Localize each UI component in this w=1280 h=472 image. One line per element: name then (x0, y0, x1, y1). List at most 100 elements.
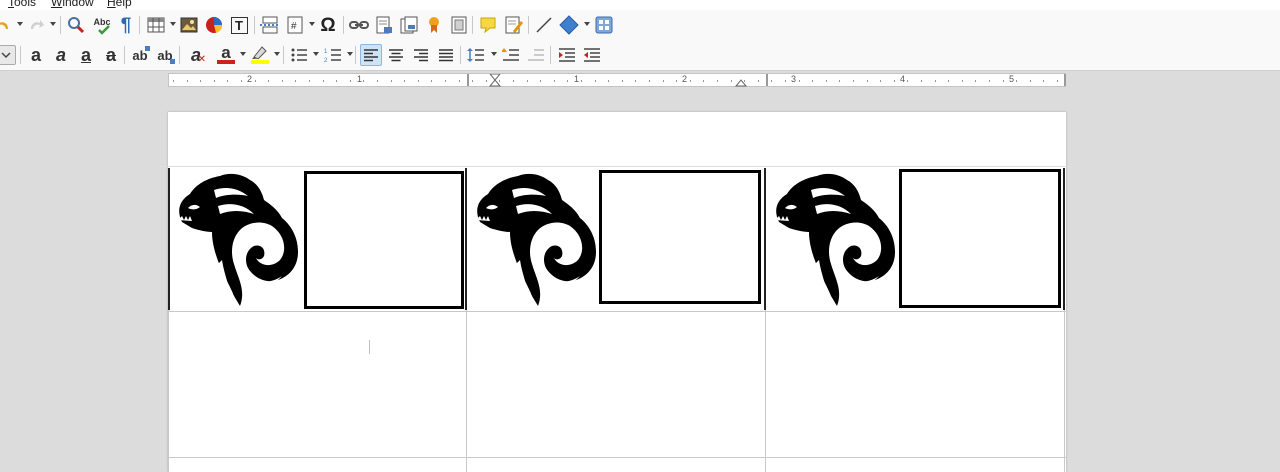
ruler-label: 2 (682, 74, 688, 84)
column-border-marker[interactable] (1064, 74, 1066, 86)
ordered-list-dropdown[interactable] (347, 52, 353, 56)
column-border-marker[interactable] (766, 74, 768, 86)
formatting-marks-button[interactable]: ¶ (115, 14, 137, 36)
shapes-dropdown[interactable] (584, 22, 590, 26)
undo-button[interactable] (0, 14, 14, 36)
insert-page-break-button[interactable] (259, 14, 281, 36)
ruler-tick (676, 80, 677, 82)
ruler-tick (214, 80, 215, 82)
spellcheck-button[interactable]: Abc (91, 14, 113, 36)
menu-tools[interactable]: Tools (8, 0, 36, 9)
ruler-tick (363, 80, 364, 82)
highlight-swatch (251, 60, 269, 64)
insert-image-icon (180, 17, 198, 33)
field-dropdown[interactable] (309, 22, 315, 26)
separator (124, 46, 125, 64)
insert-table-button[interactable] (145, 14, 167, 36)
subscript-marker (170, 59, 175, 64)
margin-guide (160, 166, 1074, 167)
empty-frame[interactable] (304, 171, 464, 309)
unordered-list-dropdown[interactable] (313, 52, 319, 56)
footnote-button[interactable] (373, 14, 395, 36)
ordered-list-button[interactable]: 12 (322, 44, 344, 66)
line-button[interactable] (533, 14, 555, 36)
increase-indent-icon (559, 48, 575, 62)
subscript-button[interactable]: ab (154, 44, 176, 66)
table-dropdown[interactable] (170, 22, 176, 26)
find-replace-button[interactable] (65, 14, 87, 36)
decrease-indent-button[interactable] (581, 44, 603, 66)
line-spacing-dropdown[interactable] (491, 52, 497, 56)
ruler-tick (187, 80, 188, 82)
strikethrough-button[interactable]: a (100, 44, 122, 66)
menu-help[interactable]: Help (107, 0, 132, 9)
track-changes-icon (505, 16, 523, 34)
document-page[interactable] (160, 112, 1074, 472)
special-character-icon: Ω (320, 14, 336, 36)
align-center-button[interactable] (385, 44, 407, 66)
ruler-area: 2 1 1 2 3 4 5 (0, 71, 1280, 89)
justify-button[interactable] (435, 44, 457, 66)
horizontal-ruler[interactable]: 2 1 1 2 3 4 5 (168, 73, 1066, 87)
right-indent-marker-icon[interactable] (735, 78, 747, 87)
ruler-tick (567, 80, 568, 82)
ruler-label: 1 (357, 74, 363, 84)
align-left-button[interactable] (360, 44, 382, 66)
special-character-button[interactable]: Ω (317, 14, 339, 36)
table-row-border (168, 311, 1066, 312)
ruler-tick (227, 80, 228, 82)
menu-window[interactable]: Window (51, 0, 94, 9)
ordered-list-icon: 12 (324, 49, 341, 63)
highlight-dropdown[interactable] (274, 52, 280, 56)
decrease-paragraph-spacing-button[interactable] (525, 44, 547, 66)
highlight-color-button[interactable] (249, 44, 271, 66)
basic-shapes-button[interactable] (558, 14, 580, 36)
insert-textbox-icon: T (230, 16, 248, 34)
endnote-button[interactable] (398, 14, 420, 36)
redo-dropdown[interactable] (50, 22, 56, 26)
ruler-tick (880, 80, 881, 82)
clear-formatting-button[interactable]: a ✕ (185, 44, 207, 66)
ruler-tick (894, 80, 895, 82)
insert-field-button[interactable]: # (284, 14, 306, 36)
insert-chart-button[interactable] (203, 14, 225, 36)
line-spacing-button[interactable] (465, 44, 487, 66)
draw-functions-button[interactable] (593, 14, 615, 36)
increase-indent-button[interactable] (556, 44, 578, 66)
ruler-label: 4 (900, 74, 906, 84)
track-changes-button[interactable] (503, 14, 525, 36)
empty-frame[interactable] (899, 169, 1061, 308)
align-right-icon (414, 49, 428, 62)
bold-button[interactable]: a (25, 44, 47, 66)
font-color-swatch (217, 60, 235, 64)
hyperlink-button[interactable] (348, 14, 370, 36)
label-edge (1063, 168, 1065, 310)
unordered-list-button[interactable] (288, 44, 310, 66)
redo-button[interactable] (25, 14, 47, 36)
find-replace-icon (68, 17, 85, 34)
insert-image-button[interactable] (178, 14, 200, 36)
cross-reference-button[interactable] (448, 14, 470, 36)
insert-textbox-button[interactable]: T (228, 14, 250, 36)
italic-button[interactable]: a (50, 44, 72, 66)
ruler-tick (499, 80, 500, 82)
increase-paragraph-spacing-button[interactable] (500, 44, 522, 66)
align-left-icon (364, 49, 378, 62)
superscript-button[interactable]: ab (129, 44, 151, 66)
more-options-button[interactable] (0, 45, 16, 65)
menu-bar: Tools Window Help (0, 0, 1280, 10)
comment-button[interactable] (477, 14, 499, 36)
align-right-button[interactable] (410, 44, 432, 66)
empty-frame[interactable] (599, 170, 761, 304)
ruler-tick (608, 80, 609, 82)
bookmark-button[interactable] (423, 14, 445, 36)
separator (472, 16, 473, 34)
svg-text:#: # (291, 21, 297, 32)
column-border-marker[interactable] (467, 74, 469, 86)
underline-button[interactable]: a (75, 44, 97, 66)
ruler-tick (907, 80, 908, 82)
font-color-dropdown[interactable] (240, 52, 246, 56)
undo-dropdown[interactable] (17, 22, 23, 26)
svg-text:2: 2 (324, 58, 328, 63)
font-color-button[interactable]: a (215, 44, 237, 66)
